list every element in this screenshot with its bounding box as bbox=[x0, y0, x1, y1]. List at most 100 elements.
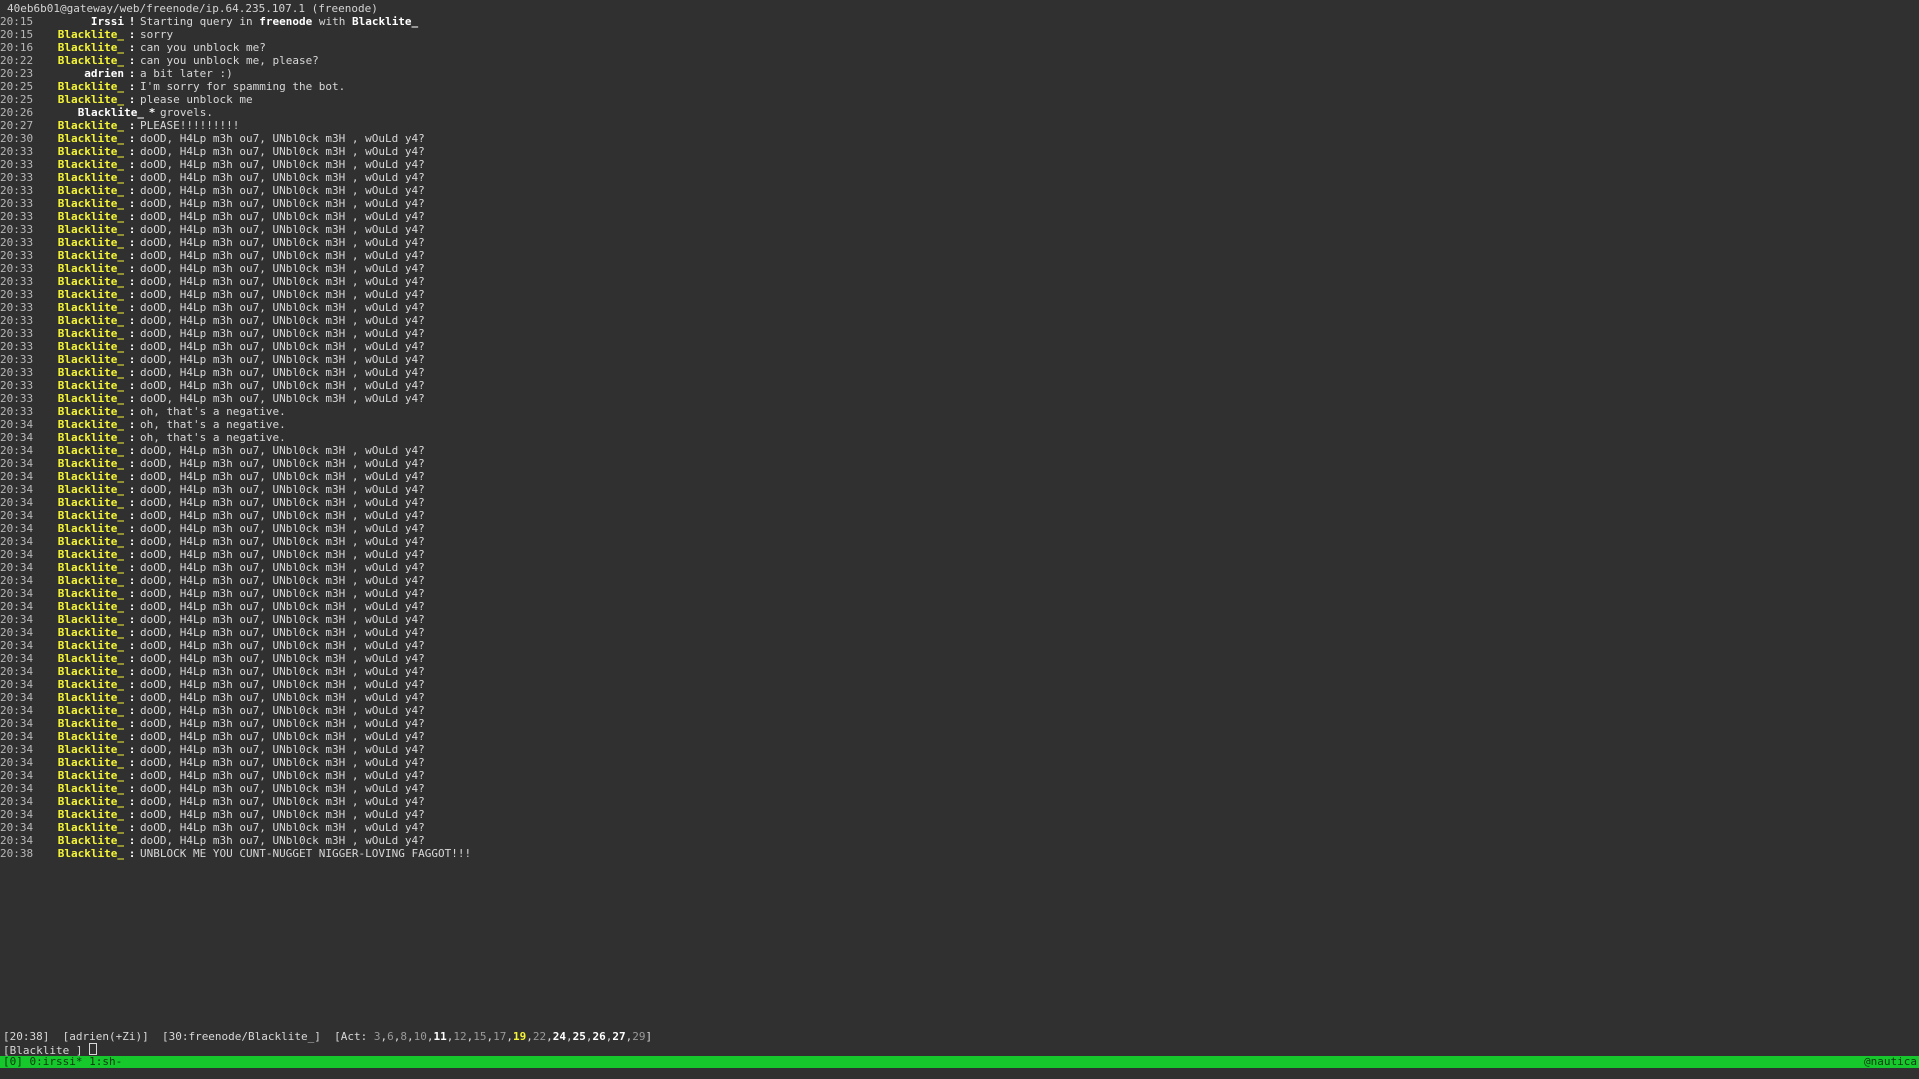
nick: Blacklite_ bbox=[57, 678, 124, 691]
text-cursor[interactable] bbox=[89, 1043, 98, 1055]
nick-separator: : bbox=[128, 392, 136, 405]
activity-suffix: ] bbox=[645, 1030, 653, 1043]
chat-line: 20:34 Blacklite_: doOD, H4Lp m3h ou7, UNbl… bbox=[0, 652, 1919, 665]
message-text: doOD, H4Lp m3h ou7, UNbl0ck m3H , wOuLd … bbox=[140, 340, 425, 353]
message-text: doOD, H4Lp m3h ou7, UNbl0ck m3H , wOuLd … bbox=[140, 145, 425, 158]
timestamp: 20:33 bbox=[0, 353, 34, 366]
message-text: doOD, H4Lp m3h ou7, UNbl0ck m3H , wOuLd … bbox=[140, 561, 425, 574]
timestamp: 20:33 bbox=[0, 249, 34, 262]
nick-separator: : bbox=[128, 236, 136, 249]
message-text: doOD, H4Lp m3h ou7, UNbl0ck m3H , wOuLd … bbox=[140, 171, 425, 184]
activity-window[interactable]: 3 bbox=[374, 1030, 381, 1043]
nick: Blacklite_ bbox=[57, 444, 124, 457]
timestamp: 20:33 bbox=[0, 288, 34, 301]
nick: Blacklite_ bbox=[57, 639, 124, 652]
status-bar: [20:38] [adrien(+Zi)] [30:freenode/Black… bbox=[3, 1030, 652, 1043]
activity-window[interactable]: 17 bbox=[493, 1030, 506, 1043]
activity-window[interactable]: 11 bbox=[434, 1030, 447, 1043]
nick: Blacklite_ bbox=[57, 275, 124, 288]
timestamp: 20:33 bbox=[0, 314, 34, 327]
nick: Blacklite_ bbox=[57, 145, 124, 158]
nick-separator: : bbox=[128, 197, 136, 210]
nick: Blacklite_ bbox=[57, 704, 124, 717]
timestamp: 20:34 bbox=[0, 717, 34, 730]
nick: Blacklite_ bbox=[57, 262, 124, 275]
activity-comma: , bbox=[585, 1030, 593, 1043]
activity-window[interactable]: 6 bbox=[387, 1030, 394, 1043]
nick-separator: : bbox=[128, 379, 136, 392]
chat-line: 20:34 Blacklite_: doOD, H4Lp m3h ou7, UNbl… bbox=[0, 470, 1919, 483]
action-marker: * bbox=[148, 106, 156, 119]
nick: Blacklite_ bbox=[57, 301, 124, 314]
chat-line: 20:30 Blacklite_: doOD, H4Lp m3h ou7, UNbl… bbox=[0, 132, 1919, 145]
message-text: doOD, H4Lp m3h ou7, UNbl0ck m3H , wOuLd … bbox=[140, 548, 425, 561]
chat-log[interactable]: 20:15 Irssi! Starting query in freenode wi… bbox=[0, 15, 1919, 860]
message-text: doOD, H4Lp m3h ou7, UNbl0ck m3H , wOuLd … bbox=[140, 834, 425, 847]
message-text: doOD, H4Lp m3h ou7, UNbl0ck m3H , wOuLd … bbox=[140, 132, 425, 145]
message-text: Starting query in freenode with Blacklit… bbox=[140, 15, 418, 28]
chat-line: 20:33 Blacklite_: doOD, H4Lp m3h ou7, UNbl… bbox=[0, 340, 1919, 353]
activity-window[interactable]: 19 bbox=[513, 1030, 526, 1043]
tmux-hostname: @nautica bbox=[1864, 1055, 1917, 1068]
activity-comma: , bbox=[546, 1030, 553, 1043]
timestamp: 20:34 bbox=[0, 522, 34, 535]
nick-separator: : bbox=[128, 808, 136, 821]
timestamp: 20:33 bbox=[0, 210, 34, 223]
activity-window[interactable]: 15 bbox=[473, 1030, 486, 1043]
nick: Blacklite_ bbox=[57, 210, 124, 223]
timestamp: 20:34 bbox=[0, 561, 34, 574]
timestamp: 20:33 bbox=[0, 171, 34, 184]
chat-line: 20:33 Blacklite_: doOD, H4Lp m3h ou7, UNbl… bbox=[0, 158, 1919, 171]
message-text: doOD, H4Lp m3h ou7, UNbl0ck m3H , wOuLd … bbox=[140, 821, 425, 834]
nick: Blacklite_ bbox=[57, 80, 124, 93]
message-text: can you unblock me? bbox=[140, 41, 266, 54]
activity-window[interactable]: 24 bbox=[553, 1030, 566, 1043]
chat-line: 20:34 Blacklite_: doOD, H4Lp m3h ou7, UNbl… bbox=[0, 509, 1919, 522]
tmux-window-list[interactable]: [0] 0:irssi* 1:sh- bbox=[3, 1056, 122, 1068]
chat-line: 20:25 Blacklite_: I'm sorry for spamming t… bbox=[0, 80, 1919, 93]
chat-line: 20:33 Blacklite_: doOD, H4Lp m3h ou7, UNbl… bbox=[0, 197, 1919, 210]
chat-line: 20:34 Blacklite_: doOD, H4Lp m3h ou7, UNbl… bbox=[0, 587, 1919, 600]
message-text: can you unblock me, please? bbox=[140, 54, 319, 67]
nick: Blacklite_ bbox=[57, 626, 124, 639]
nick-separator: : bbox=[128, 314, 136, 327]
nick: Blacklite_ bbox=[57, 405, 124, 418]
message-text: I'm sorry for spamming the bot. bbox=[140, 80, 346, 93]
activity-list: 3,6,8,10,11,12,15,17,19,22,24,25,26,27,2… bbox=[374, 1030, 646, 1043]
nick: Blacklite_ bbox=[57, 366, 124, 379]
message-text: doOD, H4Lp m3h ou7, UNbl0ck m3H , wOuLd … bbox=[140, 587, 425, 600]
chat-line: 20:34 Blacklite_: doOD, H4Lp m3h ou7, UNbl… bbox=[0, 561, 1919, 574]
timestamp: 20:34 bbox=[0, 509, 34, 522]
activity-window[interactable]: 10 bbox=[414, 1030, 427, 1043]
message-part: freenode bbox=[259, 15, 313, 28]
nick: Blacklite_ bbox=[57, 613, 124, 626]
nick-separator: : bbox=[128, 613, 136, 626]
activity-comma: , bbox=[526, 1030, 533, 1043]
activity-window[interactable]: 25 bbox=[573, 1030, 586, 1043]
nick: Blacklite_ bbox=[57, 496, 124, 509]
activity-window[interactable]: 22 bbox=[533, 1030, 546, 1043]
nick: Blacklite_ bbox=[57, 28, 124, 41]
activity-window[interactable]: 12 bbox=[453, 1030, 466, 1043]
nick-separator: : bbox=[128, 418, 136, 431]
message-text: doOD, H4Lp m3h ou7, UNbl0ck m3H , wOuLd … bbox=[140, 535, 425, 548]
chat-line: 20:34 Blacklite_: doOD, H4Lp m3h ou7, UNbl… bbox=[0, 444, 1919, 457]
nick-separator: : bbox=[128, 587, 136, 600]
activity-window[interactable]: 29 bbox=[632, 1030, 645, 1043]
nick-separator: : bbox=[128, 704, 136, 717]
nick-separator: : bbox=[128, 522, 136, 535]
message-text: doOD, H4Lp m3h ou7, UNbl0ck m3H , wOuLd … bbox=[140, 249, 425, 262]
activity-window[interactable]: 27 bbox=[612, 1030, 625, 1043]
chat-line: 20:34 Blacklite_: doOD, H4Lp m3h ou7, UNbl… bbox=[0, 639, 1919, 652]
chat-line: 20:27 Blacklite_: PLEASE!!!!!!!!! bbox=[0, 119, 1919, 132]
timestamp: 20:33 bbox=[0, 379, 34, 392]
chat-line: 20:34 Blacklite_: doOD, H4Lp m3h ou7, UNbl… bbox=[0, 743, 1919, 756]
activity-window[interactable]: 26 bbox=[593, 1030, 606, 1043]
message-text: doOD, H4Lp m3h ou7, UNbl0ck m3H , wOuLd … bbox=[140, 769, 425, 782]
nick-separator: : bbox=[128, 288, 136, 301]
message-text: doOD, H4Lp m3h ou7, UNbl0ck m3H , wOuLd … bbox=[140, 353, 425, 366]
nick-separator: : bbox=[128, 730, 136, 743]
chat-line: 20:33 Blacklite_: doOD, H4Lp m3h ou7, UNbl… bbox=[0, 236, 1919, 249]
chat-line: 20:34 Blacklite_: doOD, H4Lp m3h ou7, UNbl… bbox=[0, 457, 1919, 470]
timestamp: 20:34 bbox=[0, 535, 34, 548]
